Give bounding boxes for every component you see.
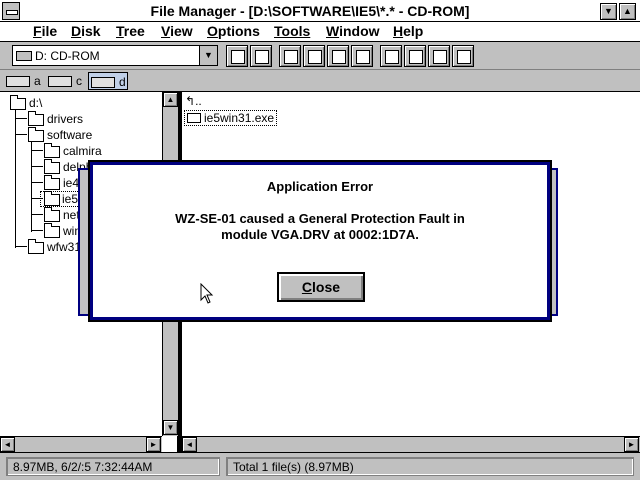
open-folder-icon [28, 127, 44, 142]
tree-item-label: d:\ [29, 96, 43, 110]
toolbar: D: CD-ROM ▼ [0, 42, 640, 70]
drive-d-label: d [119, 75, 126, 89]
tree-item-label: ie5 [62, 192, 79, 206]
open-folder-icon [44, 191, 60, 206]
menu-options[interactable]: Options [207, 23, 260, 39]
drive-c[interactable]: c [46, 72, 86, 90]
tree-item-drivers[interactable]: drivers [28, 111, 158, 128]
status-selected: 8.97MB, 6/2/:5 7:32:44AM [6, 457, 220, 476]
tree-horizontal-scrollbar[interactable]: ◄ ► [0, 436, 162, 452]
tree-icon [231, 50, 245, 64]
drive-a[interactable]: a [4, 72, 44, 90]
folder-icon [44, 223, 60, 238]
scroll-left-icon[interactable]: ◄ [182, 437, 197, 452]
title-bar: File Manager - [D:\SOFTWARE\IE5\*.* - CD… [0, 0, 640, 22]
dialog-message-line2: module VGA.DRV at 0002:1D7A. [221, 227, 419, 242]
menu-disk[interactable]: Disk [71, 23, 101, 39]
system-menu-icon [6, 10, 18, 15]
cdrom-drive-icon [16, 51, 32, 61]
parent-dir-label: .. [195, 94, 202, 108]
disconnect-drive-button[interactable] [404, 45, 426, 67]
drive-select-value: D: CD-ROM [35, 49, 100, 63]
tree-item-label: software [47, 128, 93, 142]
tree-item-label: ie4 [63, 176, 80, 190]
drive-c-label: c [76, 74, 82, 88]
menu-help[interactable]: Help [393, 23, 423, 39]
sort-size-icon [332, 50, 346, 64]
floppy-drive-icon [6, 76, 30, 87]
sort-by-type-button[interactable] [303, 45, 325, 67]
scroll-right-icon[interactable]: ► [146, 437, 161, 452]
window-title: File Manager - [D:\SOFTWARE\IE5\*.* - CD… [150, 3, 470, 19]
sort-type-icon [308, 50, 322, 64]
maximize-button[interactable]: ▲ [619, 3, 636, 20]
folder-icon [28, 239, 44, 254]
menu-file[interactable]: File [33, 23, 57, 39]
folder-icon [28, 111, 44, 126]
tree-directory-button[interactable] [250, 45, 272, 67]
folder-icon [44, 207, 60, 222]
mouse-pointer-icon [200, 283, 214, 304]
status-bar: 8.97MB, 6/2/:5 7:32:44AM Total 1 file(s)… [0, 452, 640, 480]
file-horizontal-scrollbar[interactable]: ◄ ► [182, 436, 640, 452]
connect-icon [385, 50, 399, 64]
file-item-label: ie5win31.exe [204, 111, 275, 125]
connect-drive-button[interactable] [380, 45, 402, 67]
menu-tree[interactable]: Tree [116, 23, 145, 39]
menu-view[interactable]: View [161, 23, 193, 39]
scroll-right-icon[interactable]: ► [624, 437, 639, 452]
scroll-left-icon[interactable]: ◄ [0, 437, 15, 452]
sort-by-name-button[interactable] [279, 45, 301, 67]
folder-icon [44, 159, 60, 174]
stop-sharing-button[interactable] [452, 45, 474, 67]
file-item-ie5win31[interactable]: ie5win31.exe [184, 110, 278, 126]
tree-item-root[interactable]: d:\ [10, 95, 160, 112]
menu-bar: File Disk Tree View Options Tools Window… [0, 22, 640, 42]
scroll-down-icon[interactable]: ▼ [163, 420, 178, 435]
tree-item-calmira[interactable]: calmira [44, 143, 158, 160]
disconnect-icon [409, 50, 423, 64]
minimize-button[interactable]: ▼ [600, 3, 617, 20]
tree-only-button[interactable] [226, 45, 248, 67]
open-folder-icon [10, 95, 26, 110]
drive-a-label: a [34, 74, 41, 88]
sort-name-icon [284, 50, 298, 64]
sort-by-date-button[interactable] [351, 45, 373, 67]
sort-date-icon [356, 50, 370, 64]
application-error-dialog: Application Error WZ-SE-01 caused a Gene… [88, 160, 552, 322]
tree-item-software[interactable]: software [28, 127, 158, 144]
dialog-message-line1: WZ-SE-01 caused a General Protection Fau… [175, 211, 465, 226]
tree-item-label: drivers [47, 112, 84, 126]
drive-d[interactable]: d [88, 72, 128, 90]
folder-icon [44, 143, 60, 158]
dropdown-arrow-icon[interactable]: ▼ [199, 46, 217, 65]
hard-drive-icon [48, 76, 72, 87]
tree-dir-icon [255, 50, 269, 64]
scroll-up-icon[interactable]: ▲ [163, 92, 178, 107]
status-total: Total 1 file(s) (8.97MB) [226, 457, 634, 476]
folder-icon [44, 175, 60, 190]
dialog-message: WZ-SE-01 caused a General Protection Fau… [113, 211, 527, 243]
close-button[interactable]: Close [277, 272, 365, 302]
up-arrow-icon: ↰ [185, 94, 196, 108]
menu-window[interactable]: Window [326, 23, 380, 39]
share-as-button[interactable] [428, 45, 450, 67]
parent-dir-item[interactable]: ↰.. [185, 94, 202, 108]
program-file-icon [187, 113, 201, 123]
dialog-title: Application Error [266, 179, 374, 194]
system-menu-button[interactable] [2, 2, 20, 20]
drive-bar: a c d [0, 70, 640, 92]
share-icon [433, 50, 447, 64]
menu-tools[interactable]: Tools [274, 23, 310, 39]
stop-share-icon [457, 50, 471, 64]
cdrom-drive-icon [91, 77, 115, 88]
drive-select[interactable]: D: CD-ROM ▼ [12, 45, 218, 66]
tree-item-label: calmira [63, 144, 102, 158]
sort-by-size-button[interactable] [327, 45, 349, 67]
